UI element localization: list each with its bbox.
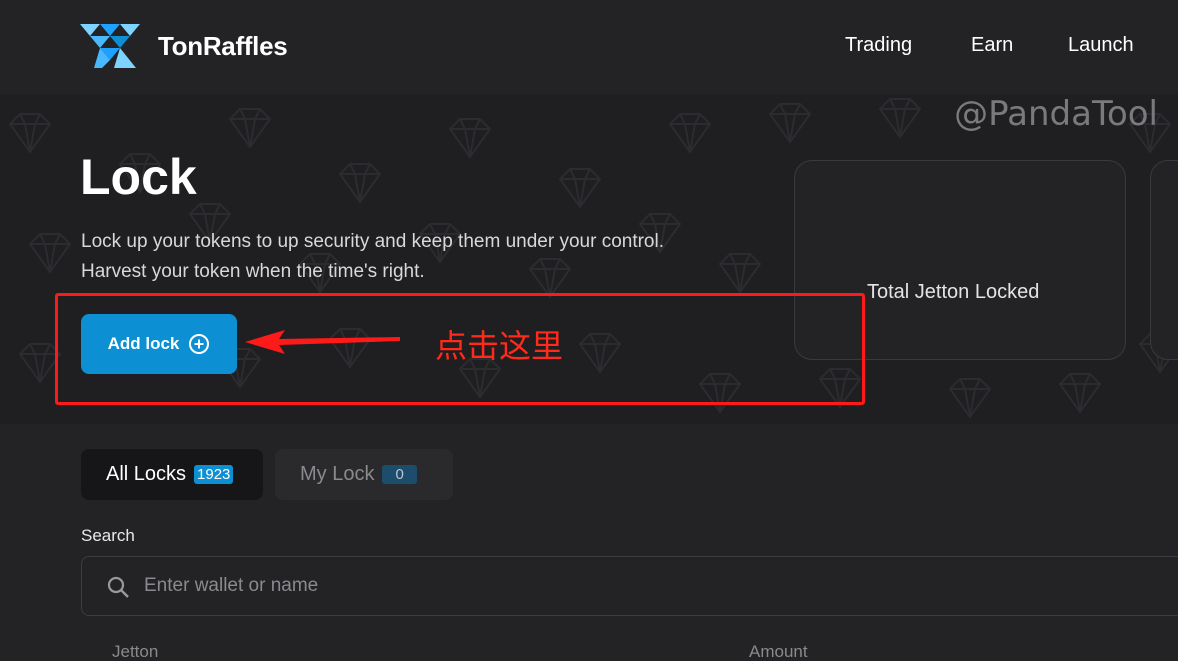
- tonraffles-logo-icon: [80, 24, 140, 68]
- search-input[interactable]: [144, 557, 1044, 615]
- count-badge: 0: [382, 465, 417, 484]
- nav-trading[interactable]: Trading: [845, 34, 912, 57]
- search-icon: [107, 576, 129, 598]
- count-badge: 1923: [194, 465, 234, 484]
- description-line-2: Harvest your token when the time's right…: [81, 261, 425, 282]
- app-name: TonRaffles: [158, 30, 288, 61]
- tab-all-locks[interactable]: All Locks 1923: [81, 449, 263, 500]
- tab-label: My Lock: [300, 463, 375, 485]
- lock-tabs: All Locks 1923 My Lock 0: [81, 449, 453, 500]
- annotation-arrow-icon: [245, 330, 400, 354]
- column-header-amount: Amount: [749, 642, 808, 661]
- annotation-label: 点击这里: [435, 327, 564, 365]
- stat-label: Total Jetton Locked: [867, 281, 1040, 303]
- secondary-stat-card: [1150, 160, 1178, 360]
- nav-earn[interactable]: Earn: [971, 34, 1013, 57]
- description-line-1: Lock up your tokens to up security and k…: [81, 231, 664, 252]
- tab-my-lock[interactable]: My Lock 0: [275, 449, 453, 500]
- watermark-text: @PandaTool: [954, 94, 1158, 134]
- page-title: Lock: [80, 149, 197, 205]
- search-box[interactable]: [81, 556, 1178, 616]
- logo[interactable]: TonRaffles: [80, 24, 288, 68]
- tab-label: All Locks: [106, 463, 187, 485]
- top-header: TonRaffles Trading Earn Launch: [0, 0, 1178, 94]
- column-header-jetton: Jetton: [112, 642, 159, 661]
- search-label: Search: [81, 526, 135, 545]
- nav-launch[interactable]: Launch: [1068, 34, 1134, 57]
- page-description: Lock up your tokens to up security and k…: [81, 227, 781, 287]
